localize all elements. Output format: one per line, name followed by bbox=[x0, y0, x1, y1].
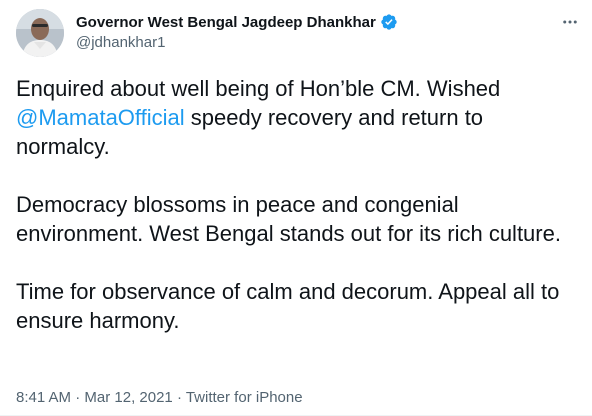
tweet-date[interactable]: Mar 12, 2021 bbox=[84, 389, 172, 406]
author-name-row: Governor West Bengal Jagdeep Dhankhar bbox=[76, 11, 398, 33]
verified-badge-icon bbox=[381, 14, 397, 30]
tweet-paragraph-1-start: Enquired about well being of Hon’ble CM.… bbox=[16, 76, 501, 101]
tweet-paragraph-1: Enquired about well being of Hon’ble CM.… bbox=[16, 74, 576, 161]
tweet-source-link[interactable]: Twitter for iPhone bbox=[186, 389, 303, 406]
meta-separator: · bbox=[172, 389, 186, 406]
tweet-paragraph-3: Time for observance of calm and decorum.… bbox=[16, 279, 560, 333]
tweet-text: Enquired about well being of Hon’ble CM.… bbox=[16, 74, 576, 364]
more-horizontal-icon bbox=[563, 20, 577, 24]
meta-separator: · bbox=[71, 389, 85, 406]
tweet-metadata: 8:41 AM · Mar 12, 2021 · Twitter for iPh… bbox=[16, 389, 303, 406]
author-handle[interactable]: @jdhankhar1 bbox=[76, 34, 398, 51]
more-options-button[interactable] bbox=[558, 10, 582, 34]
author-block: Governor West Bengal Jagdeep Dhankhar @j… bbox=[76, 11, 398, 51]
tweet-card: Governor West Bengal Jagdeep Dhankhar @j… bbox=[0, 0, 592, 416]
tweet-time[interactable]: 8:41 AM bbox=[16, 389, 71, 406]
avatar-image bbox=[16, 9, 64, 57]
avatar[interactable] bbox=[16, 9, 64, 57]
mention-link[interactable]: @MamataOfficial bbox=[16, 105, 185, 130]
tweet-paragraph-2: Democracy blossoms in peace and congenia… bbox=[16, 192, 561, 246]
author-display-name[interactable]: Governor West Bengal Jagdeep Dhankhar bbox=[76, 14, 376, 31]
